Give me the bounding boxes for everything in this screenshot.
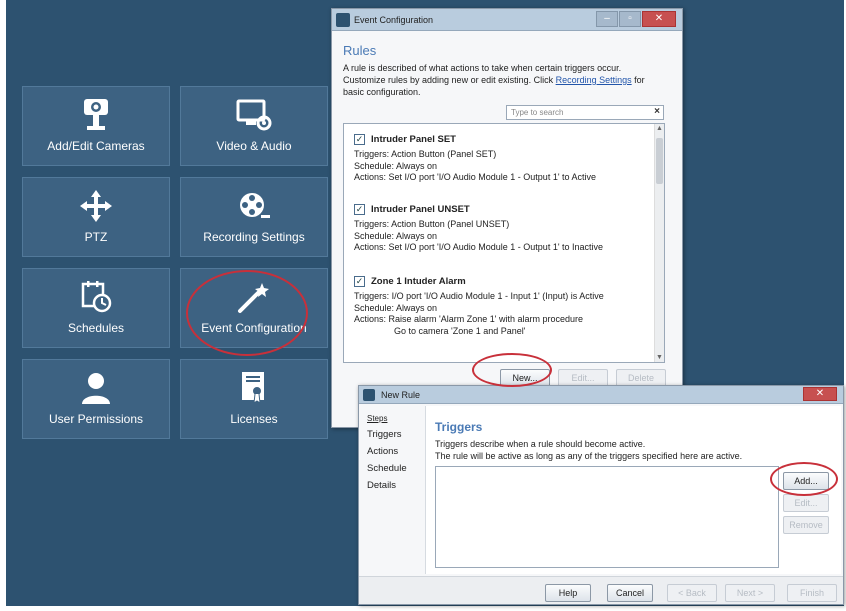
tile-label: Licenses [230,412,278,426]
desktop-background: Add/Edit Cameras Video & Audio PTZ Recor… [6,0,844,606]
monitor-gear-icon [181,95,327,135]
highlight-event-configuration [186,270,308,356]
rule-triggers: Triggers: Action Button (Panel SET) [354,148,497,159]
rules-list: ✓ Intruder Panel SET Triggers: Action But… [343,123,665,363]
tile-label: Video & Audio [216,139,292,153]
clear-search-icon[interactable]: × [654,106,660,117]
tile-schedules[interactable]: Schedules [22,268,170,348]
rule-name: Zone 1 Intuder Alarm [371,276,466,287]
triggers-heading: Triggers [435,420,483,434]
app-icon [363,389,375,401]
triggers-description-2: The rule will be active as long as any o… [435,451,743,461]
scroll-down-icon[interactable]: ▼ [656,354,663,361]
close-button[interactable]: ✕ [803,387,837,401]
calendar-clock-icon [23,277,169,317]
rule-actions: Actions: Raise alarm 'Alarm Zone 1' with… [354,314,584,325]
highlight-new-button [472,353,552,387]
remove-trigger-button[interactable]: Remove [783,516,829,534]
window-titlebar[interactable]: New Rule ✕ [359,386,843,404]
rule-actions: Actions: Set I/O port 'I/O Audio Module … [354,172,597,183]
camera-icon [23,95,169,135]
cancel-button[interactable]: Cancel [607,584,653,602]
film-reel-icon [181,186,327,226]
wizard-steps: Steps Triggers Actions Schedule Details [367,414,407,494]
tile-ptz[interactable]: PTZ [22,177,170,257]
rule-schedule: Schedule: Always on [354,230,438,241]
finish-button[interactable]: Finish [787,584,837,602]
steps-label: Steps [367,414,388,423]
window-title: Event Configuration [354,15,434,25]
rule-enabled-checkbox[interactable]: ✓ [354,276,365,288]
tile-licenses[interactable]: Licenses [180,359,328,439]
user-icon [23,368,169,408]
step-schedule[interactable]: Schedule [367,460,407,477]
next-button[interactable]: Next > [725,584,775,602]
app-icon [336,13,350,27]
step-details[interactable]: Details [367,477,407,494]
step-actions[interactable]: Actions [367,443,407,460]
move-arrows-icon [23,186,169,226]
rule-name: Intruder Panel UNSET [371,204,470,215]
window-title: New Rule [381,390,421,400]
rule-enabled-checkbox[interactable]: ✓ [354,204,365,216]
minimize-button[interactable]: – [596,11,618,27]
rules-description: A rule is described of what actions to t… [343,62,663,98]
rule-schedule: Schedule: Always on [354,302,438,313]
scrollbar-thumb[interactable] [656,138,663,184]
window-titlebar[interactable]: Event Configuration – ▫ ✕ [332,9,682,31]
rule-actions-continued: Go to camera 'Zone 1 and Panel' [394,326,526,337]
tile-label: Add/Edit Cameras [47,139,145,153]
rule-enabled-checkbox[interactable]: ✓ [354,134,365,146]
rule-actions: Actions: Set I/O port 'I/O Audio Module … [354,242,604,253]
rules-heading: Rules [343,43,377,58]
search-input[interactable]: Type to search × [506,105,664,120]
new-rule-window: New Rule ✕ Steps Triggers Actions Schedu… [358,385,844,605]
tile-user-permissions[interactable]: User Permissions [22,359,170,439]
edit-trigger-button[interactable]: Edit... [783,494,829,512]
recording-settings-link[interactable]: Recording Settings [556,75,632,85]
maximize-button[interactable]: ▫ [619,11,641,27]
help-button[interactable]: Help [545,584,591,602]
highlight-add-button [770,462,838,496]
tile-add-edit-cameras[interactable]: Add/Edit Cameras [22,86,170,166]
scroll-up-icon[interactable]: ▲ [656,125,663,132]
rule-item[interactable]: ✓ Intruder Panel UNSET Triggers: Action B… [354,204,654,254]
rules-scrollbar[interactable]: ▲ ▼ [654,124,664,362]
search-placeholder: Type to search [511,108,564,117]
rule-item[interactable]: ✓ Intruder Panel SET Triggers: Action But… [354,134,654,184]
rule-item[interactable]: ✓ Zone 1 Intuder Alarm Triggers: I/O port… [354,276,654,338]
close-button[interactable]: ✕ [642,11,676,27]
triggers-description-1: Triggers describe when a rule should bec… [435,439,646,449]
certificate-icon [181,368,327,408]
rule-triggers: Triggers: Action Button (Panel UNSET) [354,218,510,229]
tile-recording-settings[interactable]: Recording Settings [180,177,328,257]
triggers-list[interactable] [435,466,779,568]
back-button[interactable]: < Back [667,584,717,602]
step-triggers[interactable]: Triggers [367,426,407,443]
rule-schedule: Schedule: Always on [354,160,438,171]
tile-video-audio[interactable]: Video & Audio [180,86,328,166]
tile-label: Schedules [67,321,125,335]
tile-label: PTZ [84,230,108,244]
tile-label: Recording Settings [203,230,305,244]
rule-triggers: Triggers: I/O port 'I/O Audio Module 1 -… [354,290,604,301]
tile-label: User Permissions [48,412,144,426]
rule-name: Intruder Panel SET [371,134,456,145]
